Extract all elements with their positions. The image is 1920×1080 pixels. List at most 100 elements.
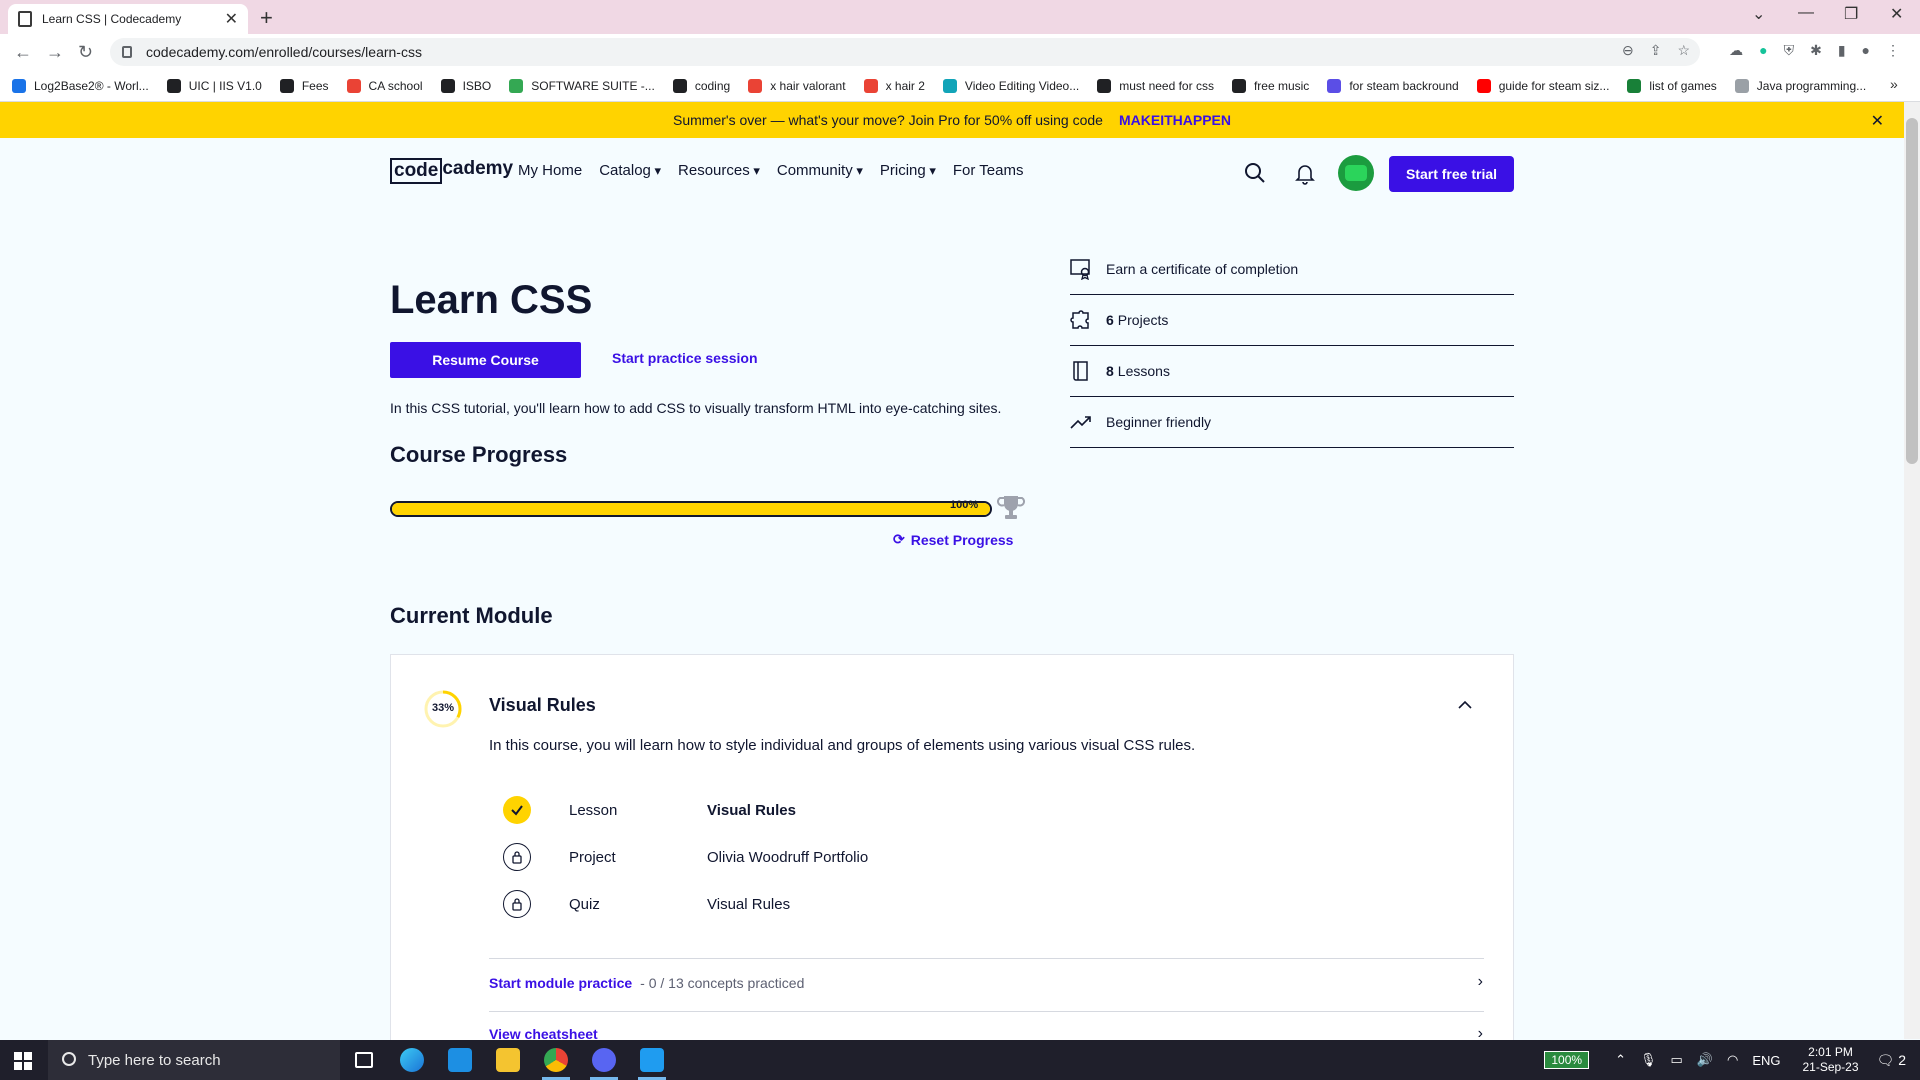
promo-close-icon[interactable]: ✕ — [1871, 111, 1884, 131]
module-item-quiz[interactable]: Quiz Visual Rules — [503, 889, 1303, 919]
start-free-trial-button[interactable]: Start free trial — [1389, 156, 1514, 192]
course-title: Learn CSS — [390, 278, 593, 322]
bookmarks-more-icon[interactable]: » — [1890, 76, 1898, 92]
extension-shield-icon[interactable]: ⛨ — [1784, 42, 1795, 59]
zoom-icon[interactable]: ⊖ — [1622, 42, 1634, 59]
vscode-icon[interactable] — [628, 1040, 676, 1080]
bookmark-favicon-icon — [863, 78, 878, 93]
taskbar-search-box[interactable]: Type here to search — [48, 1040, 340, 1080]
store-icon[interactable] — [436, 1040, 484, 1080]
windows-start-icon[interactable] — [14, 1052, 32, 1070]
tab-close-icon[interactable]: ✕ — [225, 9, 238, 29]
refresh-icon: ⟳ — [893, 531, 905, 547]
bookmark-item[interactable]: x hair valorant — [748, 78, 846, 93]
bookmark-item[interactable]: UIC | IIS V1.0 — [166, 78, 262, 93]
codecademy-logo[interactable]: code cademy — [390, 158, 513, 184]
task-view-icon[interactable] — [340, 1040, 388, 1080]
side-panel-icon[interactable]: ▮ — [1838, 42, 1846, 59]
battery-indicator[interactable]: 100% — [1544, 1051, 1590, 1069]
share-icon[interactable]: ⇪ — [1650, 42, 1662, 59]
window-close-icon[interactable]: ✕ — [1890, 4, 1903, 24]
nav-community[interactable]: Community — [777, 162, 863, 179]
bookmark-item[interactable]: ISBO — [440, 78, 491, 93]
start-module-practice-link[interactable]: Start module practice - 0 / 13 concepts p… — [489, 975, 804, 991]
extensions-puzzle-icon[interactable]: ✱ — [1810, 42, 1822, 59]
promo-code[interactable]: MAKEITHAPPEN — [1119, 112, 1231, 128]
main-nav: My Home Catalog Resources Community Pric… — [518, 162, 1023, 179]
concepts-practiced-text: - 0 / 13 concepts practiced — [640, 975, 805, 991]
nav-pricing[interactable]: Pricing — [880, 162, 936, 179]
nav-my-home[interactable]: My Home — [518, 162, 582, 179]
bookmark-favicon-icon — [1734, 78, 1749, 93]
grammarly-icon[interactable]: ● — [1759, 42, 1767, 59]
bookmark-favicon-icon — [1327, 78, 1342, 93]
bookmark-item[interactable]: Fees — [279, 78, 329, 93]
minimize-icon[interactable]: — — [1798, 4, 1814, 22]
bookmark-item[interactable]: Java programming... — [1734, 78, 1866, 93]
bell-icon[interactable] — [1295, 163, 1315, 185]
volume-icon[interactable]: 🔊 — [1697, 1052, 1713, 1068]
bookmark-item[interactable]: coding — [672, 78, 730, 93]
clock[interactable]: 2:01 PM 21-Sep-23 — [1802, 1045, 1858, 1075]
nav-catalog[interactable]: Catalog — [599, 162, 661, 179]
bookmark-item[interactable]: CA school — [346, 78, 423, 93]
info-projects: 6 Projects — [1070, 295, 1514, 346]
module-item-lesson[interactable]: Lesson Visual Rules — [503, 795, 1303, 825]
nav-for-teams[interactable]: For Teams — [953, 162, 1024, 179]
trophy-icon — [997, 496, 1025, 519]
browser-tab-bar: Learn CSS | Codecademy ✕ + ⌄ — ❐ ✕ — [0, 0, 1920, 34]
current-module-heading: Current Module — [390, 603, 553, 628]
avatar[interactable] — [1338, 155, 1374, 191]
search-icon[interactable] — [1244, 162, 1266, 184]
back-icon[interactable]: ← — [14, 42, 32, 63]
language-indicator[interactable]: ENG — [1752, 1053, 1780, 1068]
module-item-project[interactable]: Project Olivia Woodruff Portfolio — [503, 842, 1303, 872]
wifi-icon[interactable]: ◠ — [1727, 1052, 1738, 1068]
search-icon — [62, 1052, 76, 1066]
bookmark-favicon-icon — [279, 78, 294, 93]
extension-cloud-icon[interactable]: ☁ — [1729, 42, 1743, 59]
module-progress-percent: 33% — [431, 702, 455, 714]
profile-icon[interactable]: ● — [1862, 42, 1870, 59]
edge-icon[interactable] — [388, 1040, 436, 1080]
bookmark-item[interactable]: for steam backround — [1327, 78, 1459, 93]
bookmark-item[interactable]: list of games — [1627, 78, 1717, 93]
microphone-icon[interactable]: 🎙 — [1640, 1052, 1657, 1068]
battery-icon[interactable]: ▭ — [1670, 1052, 1682, 1068]
module-description: In this course, you will learn how to st… — [489, 737, 1196, 754]
bookmark-item[interactable]: Video Editing Video... — [942, 78, 1079, 93]
bookmark-item[interactable]: SOFTWARE SUITE -... — [509, 78, 655, 93]
browser-tab[interactable]: Learn CSS | Codecademy ✕ — [8, 4, 248, 34]
discord-icon[interactable] — [580, 1040, 628, 1080]
file-explorer-icon[interactable] — [484, 1040, 532, 1080]
bookmark-item[interactable]: free music — [1231, 78, 1309, 93]
bookmark-item[interactable]: x hair 2 — [863, 78, 925, 93]
chevron-up-icon[interactable] — [1457, 697, 1473, 713]
bookmark-star-icon[interactable]: ☆ — [1677, 42, 1690, 59]
reset-progress-link[interactable]: ⟳ Reset Progress — [893, 531, 1013, 548]
module-title[interactable]: Visual Rules — [489, 695, 596, 716]
chrome-icon[interactable] — [532, 1040, 580, 1080]
restore-icon[interactable]: ❐ — [1844, 4, 1858, 24]
start-practice-session-link[interactable]: Start practice session — [612, 350, 758, 366]
bookmark-item[interactable]: Log2Base2® - Worl... — [12, 78, 149, 93]
bookmark-favicon-icon — [1097, 78, 1112, 93]
item-type: Lesson — [569, 801, 618, 819]
bookmark-favicon-icon — [440, 78, 455, 93]
bookmark-item[interactable]: guide for steam siz... — [1476, 78, 1609, 93]
reload-icon[interactable]: ↻ — [78, 42, 93, 63]
browser-menu-icon[interactable]: ⋮ — [1886, 42, 1900, 59]
scrollbar-thumb[interactable] — [1906, 118, 1918, 464]
bookmarks-bar: Log2Base2® - Worl... UIC | IIS V1.0 Fees CA… — [0, 70, 1920, 102]
address-bar[interactable]: codecademy.com/enrolled/courses/learn-cs… — [110, 38, 1700, 66]
nav-resources[interactable]: Resources — [678, 162, 760, 179]
bookmark-item[interactable]: must need for css — [1097, 78, 1214, 93]
notification-icon[interactable]: 🗨 2 — [1877, 1052, 1906, 1069]
address-row: ← → ↻ codecademy.com/enrolled/courses/le… — [0, 34, 1920, 70]
tray-chevron-icon[interactable]: ⌃ — [1615, 1052, 1626, 1068]
chevron-right-icon[interactable]: › — [1478, 973, 1483, 991]
tab-search-chevron-icon[interactable]: ⌄ — [1752, 4, 1765, 24]
new-tab-icon[interactable]: + — [260, 5, 273, 31]
resume-course-button[interactable]: Resume Course — [390, 342, 581, 378]
forward-icon[interactable]: → — [46, 42, 64, 63]
